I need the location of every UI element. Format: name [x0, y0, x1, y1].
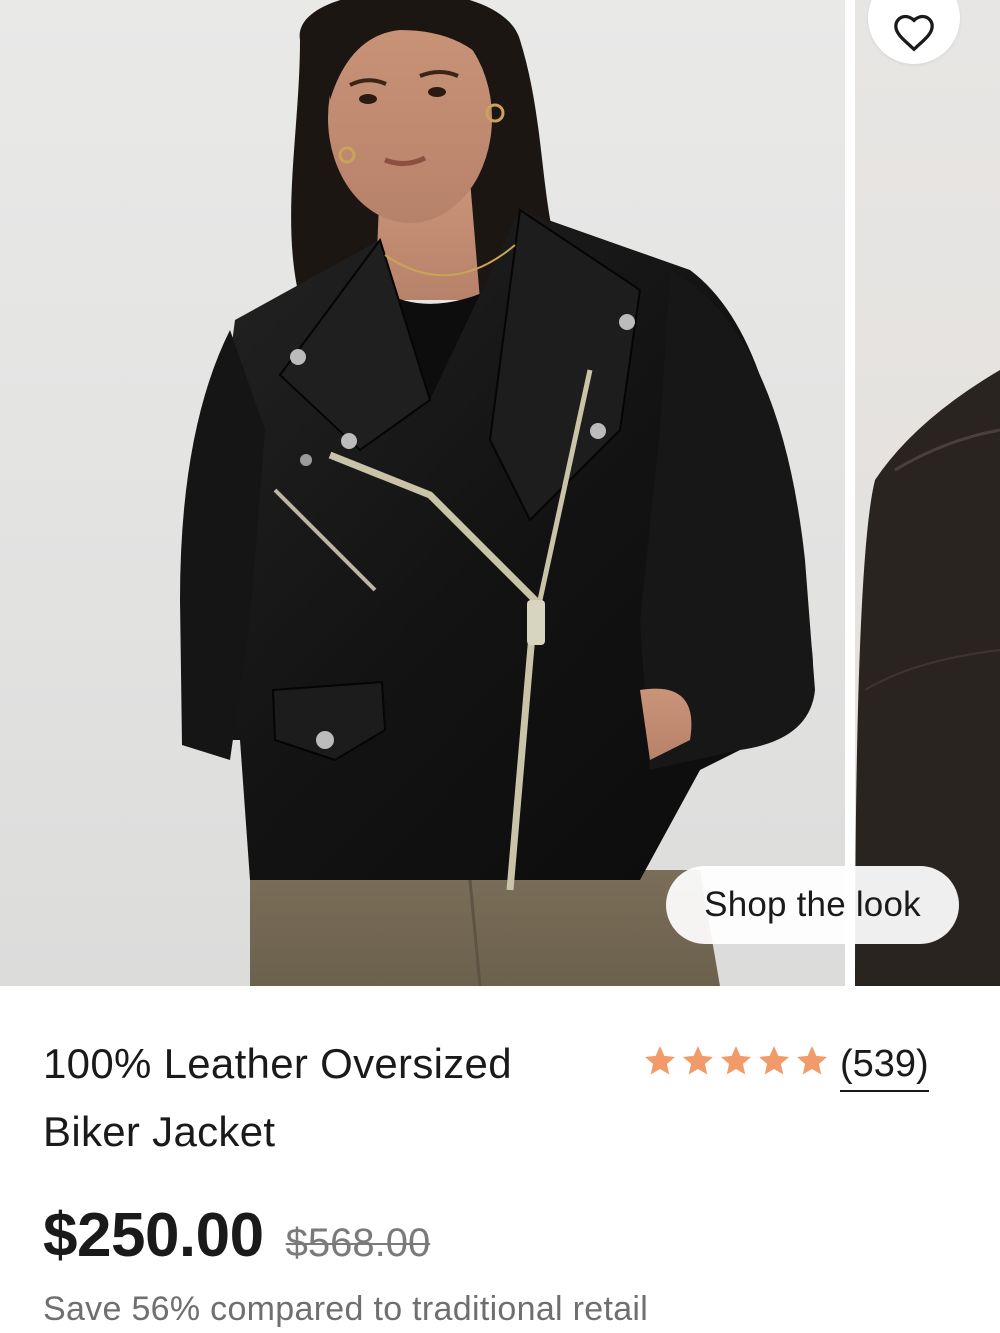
star-icon	[794, 1043, 830, 1079]
next-photo-preview	[855, 370, 1000, 986]
star-icon	[756, 1043, 792, 1079]
product-image-main[interactable]	[0, 0, 845, 986]
product-title: 100% Leather Oversized Biker Jacket	[43, 1030, 603, 1166]
savings-text: Save 56% compared to traditional retail	[43, 1290, 649, 1328]
product-image-gallery[interactable]: Shop the look	[0, 0, 1000, 986]
heart-icon	[894, 14, 934, 52]
model-photo	[180, 0, 815, 986]
shop-the-look-button[interactable]: Shop the look	[666, 866, 959, 944]
current-price: $250.00	[43, 1201, 264, 1270]
original-price: $568.00	[285, 1221, 431, 1265]
star-icon	[718, 1043, 754, 1079]
rating-stars	[642, 1043, 830, 1079]
star-icon	[642, 1043, 678, 1079]
product-title-line-1: 100% Leather Oversized	[43, 1040, 512, 1087]
star-icon	[680, 1043, 716, 1079]
product-image-next[interactable]	[855, 0, 1000, 986]
review-count-link[interactable]: (539)	[840, 1042, 929, 1092]
price-row: $250.00 $568.00	[43, 1200, 430, 1271]
product-rating[interactable]: (539)	[642, 1035, 929, 1092]
product-title-line-2: Biker Jacket	[43, 1108, 276, 1155]
